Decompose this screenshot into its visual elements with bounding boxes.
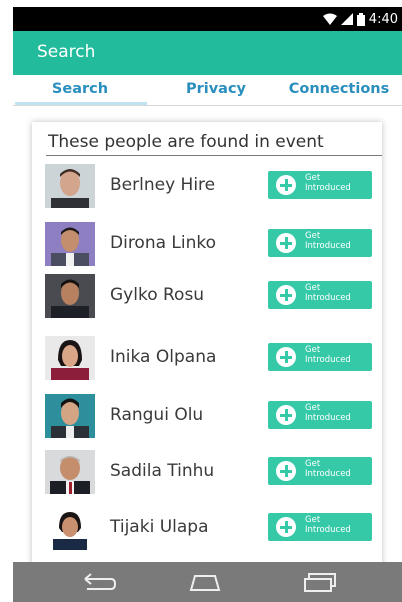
plus-circle-icon bbox=[276, 285, 296, 305]
person-name: Gylko Rosu bbox=[110, 285, 205, 305]
plus-circle-icon bbox=[276, 405, 296, 425]
person-name: Inika Olpana bbox=[110, 347, 217, 367]
person-row: Rangui Olu Get Introduced bbox=[32, 392, 382, 442]
back-icon[interactable] bbox=[77, 570, 117, 594]
tab-privacy[interactable]: Privacy bbox=[161, 81, 271, 97]
status-time: 4:40 bbox=[368, 11, 398, 27]
tab-connections[interactable]: Connections bbox=[276, 81, 402, 97]
button-label: Get Introduced bbox=[305, 173, 351, 193]
get-introduced-button[interactable]: Get Introduced bbox=[268, 281, 372, 309]
get-introduced-button[interactable]: Get Introduced bbox=[268, 513, 372, 541]
button-label: Get Introduced bbox=[305, 515, 351, 535]
get-introduced-button[interactable]: Get Introduced bbox=[268, 343, 372, 371]
plus-circle-icon bbox=[276, 233, 296, 253]
person-row: Tijaki Ulapa Get Introduced bbox=[32, 504, 382, 554]
person-row: Sadila Tinhu Get Introduced bbox=[32, 448, 382, 498]
button-label: Get Introduced bbox=[305, 283, 351, 303]
divider bbox=[46, 155, 382, 156]
person-row: Berlney Hire Get Introduced bbox=[32, 162, 382, 212]
person-row: Inika Olpana Get Introduced bbox=[32, 334, 382, 384]
signal-icon bbox=[340, 13, 353, 25]
person-name: Berlney Hire bbox=[110, 175, 216, 195]
get-introduced-button[interactable]: Get Introduced bbox=[268, 171, 372, 199]
avatar bbox=[45, 336, 95, 380]
person-row: Dirona Linko Get Introduced bbox=[32, 220, 382, 270]
person-name: Sadila Tinhu bbox=[110, 461, 215, 481]
button-label: Get Introduced bbox=[305, 403, 351, 423]
get-introduced-button[interactable]: Get Introduced bbox=[268, 401, 372, 429]
wifi-icon bbox=[322, 13, 337, 25]
results-header: These people are found in event bbox=[48, 132, 324, 152]
plus-circle-icon bbox=[276, 461, 296, 481]
status-bar: 4:40 bbox=[13, 7, 402, 31]
avatar bbox=[45, 164, 95, 208]
button-label: Get Introduced bbox=[305, 459, 351, 479]
avatar bbox=[45, 394, 95, 438]
avatar bbox=[45, 222, 95, 266]
button-label: Get Introduced bbox=[305, 345, 351, 365]
plus-circle-icon bbox=[276, 347, 296, 367]
avatar bbox=[45, 274, 95, 318]
home-icon[interactable] bbox=[185, 570, 225, 594]
button-label: Get Introduced bbox=[305, 231, 351, 251]
person-name: Tijaki Ulapa bbox=[110, 517, 209, 537]
navigation-bar bbox=[13, 562, 402, 602]
avatar bbox=[45, 450, 95, 494]
plus-circle-icon bbox=[276, 517, 296, 537]
app-bar: Search bbox=[13, 31, 402, 75]
selected-tab-indicator bbox=[15, 102, 147, 105]
tab-search[interactable]: Search bbox=[13, 81, 147, 97]
status-icons: 4:40 bbox=[322, 10, 398, 28]
battery-icon bbox=[356, 12, 365, 26]
get-introduced-button[interactable]: Get Introduced bbox=[268, 457, 372, 485]
person-name: Rangui Olu bbox=[110, 405, 204, 425]
person-name: Dirona Linko bbox=[110, 233, 217, 253]
recents-icon[interactable] bbox=[299, 570, 339, 594]
app-title: Search bbox=[37, 42, 96, 62]
results-card: These people are found in event Berlney … bbox=[32, 122, 382, 568]
person-row: Gylko Rosu Get Introduced bbox=[32, 272, 382, 322]
get-introduced-button[interactable]: Get Introduced bbox=[268, 229, 372, 257]
plus-circle-icon bbox=[276, 175, 296, 195]
avatar bbox=[45, 506, 95, 550]
tab-bar: Search Privacy Connections bbox=[13, 75, 402, 106]
